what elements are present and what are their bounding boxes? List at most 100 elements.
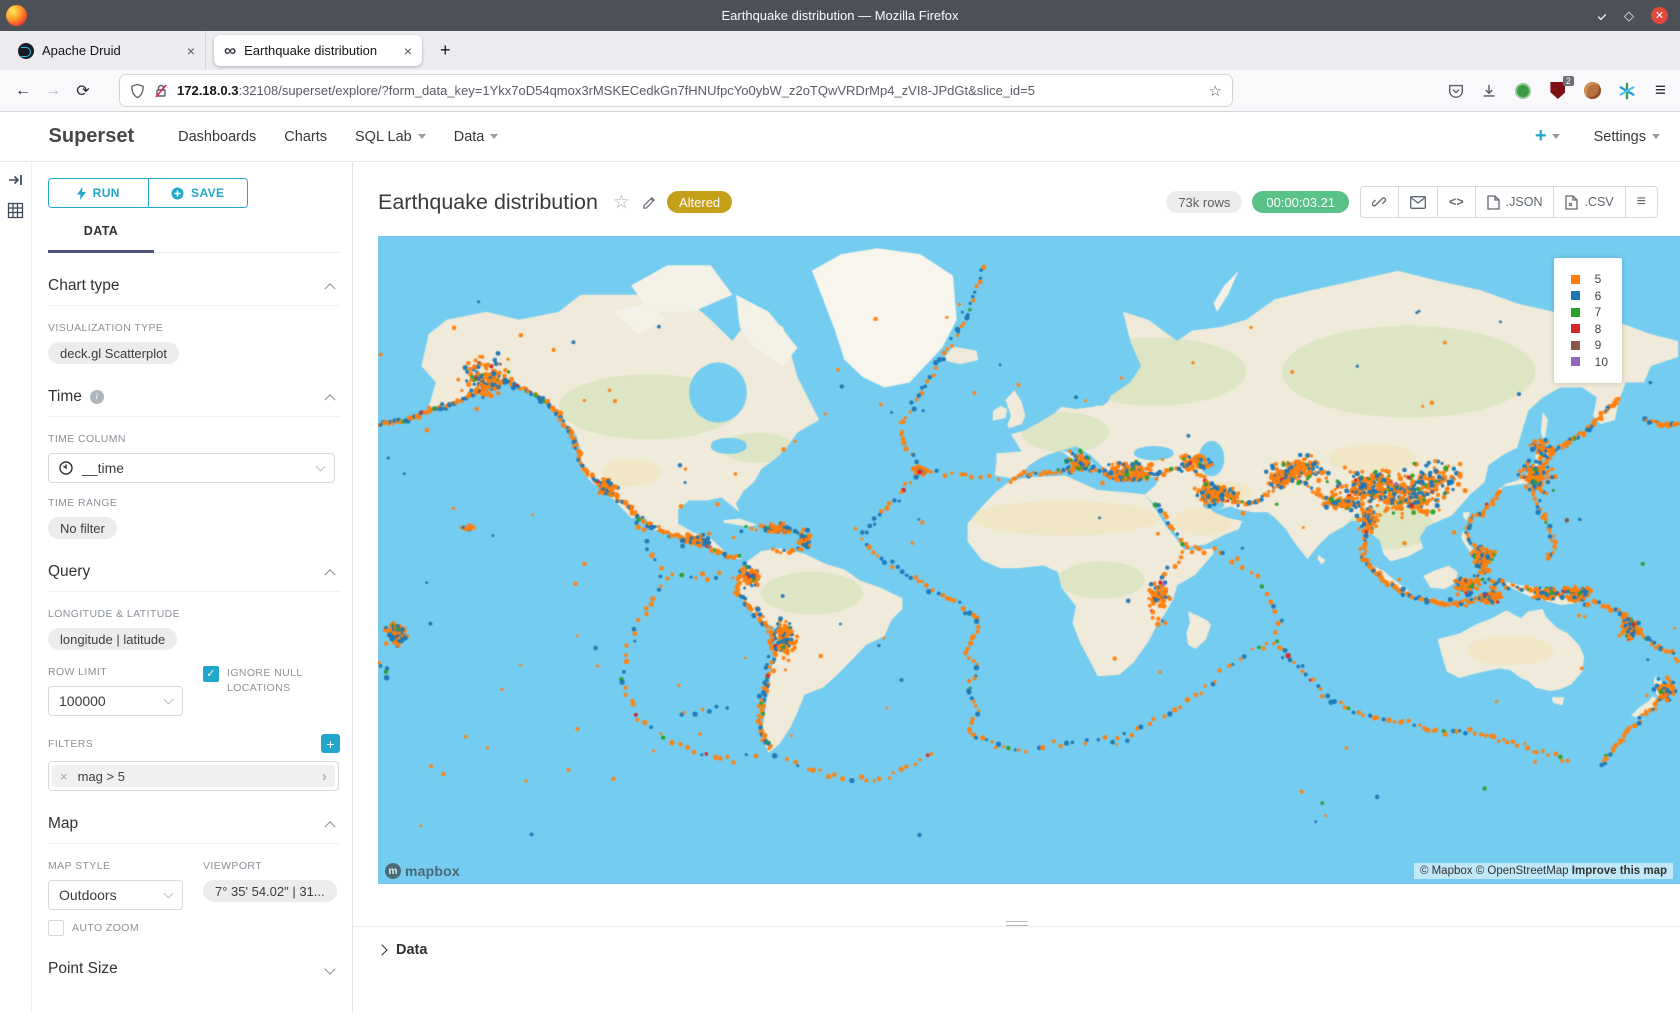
improve-map-link[interactable]: Improve this map: [1572, 865, 1667, 877]
lonlat-value[interactable]: longitude | latitude: [48, 628, 177, 650]
chevron-up-icon: [324, 821, 335, 832]
legend-label: 10: [1595, 355, 1608, 369]
cookie-extension-icon[interactable]: [1583, 81, 1603, 101]
legend-row[interactable]: 7: [1571, 304, 1608, 321]
legend-label: 9: [1595, 338, 1602, 352]
section-time: Time i TIME COLUMN __time TIME RANGE No …: [48, 364, 340, 539]
forward-button[interactable]: →: [38, 82, 68, 100]
nav-item-charts[interactable]: Charts: [284, 129, 327, 145]
info-icon: i: [90, 390, 104, 404]
shield-icon: [130, 83, 145, 99]
save-button[interactable]: SAVE: [148, 179, 248, 207]
auto-zoom-row[interactable]: AUTO ZOOM: [48, 920, 183, 936]
chart-action-buttons: <> .JSON .CSV ≡: [1360, 186, 1658, 218]
map-style-select[interactable]: Outdoors: [48, 880, 183, 910]
viewport-value[interactable]: 7° 35' 54.02" | 31...: [203, 880, 337, 902]
share-link-button[interactable]: [1361, 187, 1398, 217]
download-icon[interactable]: [1480, 82, 1498, 100]
control-tabs: DATA: [48, 224, 340, 253]
tab-close-icon[interactable]: ×: [187, 43, 195, 59]
time-column-select[interactable]: __time: [48, 453, 335, 483]
chevron-up-icon: [324, 394, 335, 405]
email-button[interactable]: [1398, 187, 1437, 217]
plus-circle-icon: [171, 187, 184, 200]
legend-row[interactable]: 6: [1571, 288, 1608, 305]
legend-row[interactable]: 9: [1571, 337, 1608, 354]
window-maximize-icon[interactable]: ◇: [1624, 9, 1634, 22]
extension-green-icon[interactable]: [1513, 81, 1533, 101]
map-container[interactable]: 5678910 m mapbox © Mapbox © OpenStreetMa…: [378, 236, 1680, 884]
nav-item-dashboards[interactable]: Dashboards: [178, 129, 256, 145]
checkbox-unchecked-icon[interactable]: [48, 920, 64, 936]
lock-insecure-icon: [154, 83, 168, 99]
export-json-button[interactable]: .JSON: [1475, 187, 1554, 217]
new-tab-button[interactable]: +: [428, 40, 463, 61]
tab-close-icon[interactable]: ×: [404, 43, 412, 59]
menu-icon[interactable]: ≡: [1655, 80, 1666, 102]
export-csv-button[interactable]: .CSV: [1553, 187, 1624, 217]
dataset-grid-icon[interactable]: [7, 202, 24, 219]
legend-row[interactable]: 5: [1571, 271, 1608, 288]
chevron-up-icon: [324, 283, 335, 294]
favorite-star-icon[interactable]: ☆: [613, 191, 630, 214]
bolt-icon: [77, 187, 86, 200]
legend-swatch-icon: [1571, 275, 1580, 284]
adblock-shield-icon[interactable]: 2: [1548, 81, 1568, 101]
browser-tabbar: Apache Druid × ∞ Earthquake distribution…: [0, 31, 1680, 70]
bookmark-star-icon[interactable]: ☆: [1209, 82, 1222, 100]
back-button[interactable]: ←: [8, 82, 38, 100]
superset-brand[interactable]: Superset: [49, 125, 135, 148]
window-titlebar: Earthquake distribution — Mozilla Firefo…: [0, 0, 1680, 31]
checkbox-checked-icon[interactable]: ✓: [203, 666, 219, 682]
url-text: 172.18.0.3:32108/superset/explore/?form_…: [177, 83, 1201, 98]
legend-swatch-icon: [1571, 324, 1580, 333]
tab-data[interactable]: DATA: [48, 224, 154, 253]
chevron-down-icon: [324, 963, 335, 974]
run-button[interactable]: RUN: [49, 179, 148, 207]
browser-tab-druid[interactable]: Apache Druid ×: [8, 31, 206, 70]
nav-item-data[interactable]: Data: [454, 129, 499, 145]
section-header[interactable]: Point Size: [48, 960, 340, 978]
ignore-null-checkbox-row[interactable]: ✓ IGNORE NULLLOCATIONS: [203, 666, 303, 696]
world-map-canvas[interactable]: [378, 236, 1680, 884]
reload-button[interactable]: ⟳: [68, 81, 98, 101]
chevron-down-icon: [1652, 134, 1660, 139]
section-header[interactable]: Query: [48, 563, 340, 581]
chart-title: Earthquake distribution: [378, 190, 598, 215]
mapbox-logo[interactable]: m mapbox: [385, 863, 460, 879]
map-legend: 56789 10: [1554, 258, 1622, 383]
nav-item-sqllab[interactable]: SQL Lab: [355, 129, 426, 145]
url-bar[interactable]: 172.18.0.3:32108/superset/explore/?form_…: [120, 75, 1232, 106]
edit-title-icon[interactable]: [642, 195, 657, 210]
collapse-panel-icon[interactable]: [8, 172, 24, 188]
section-map: Map MAP STYLE Outdoors AUTO ZOOM: [48, 791, 340, 936]
viz-type-value[interactable]: deck.gl Scatterplot: [48, 342, 179, 364]
legend-row[interactable]: 10: [1571, 354, 1608, 371]
pocket-icon[interactable]: [1447, 82, 1465, 100]
extension-asterisk-icon[interactable]: [1618, 82, 1636, 100]
left-icon-strip: [0, 162, 32, 1012]
more-options-button[interactable]: ≡: [1625, 187, 1657, 217]
browser-tab-earthquake[interactable]: ∞ Earthquake distribution ×: [214, 35, 422, 66]
add-new-button[interactable]: +: [1535, 125, 1560, 148]
chevron-down-icon: [418, 134, 426, 139]
settings-menu[interactable]: Settings: [1594, 129, 1660, 145]
legend-row[interactable]: 8: [1571, 321, 1608, 338]
query-timer-badge: 00:00:03.21: [1252, 191, 1349, 213]
window-close-icon[interactable]: ✕: [1651, 7, 1668, 24]
row-limit-select[interactable]: 100000: [48, 686, 183, 716]
section-header[interactable]: Map: [48, 815, 340, 833]
time-range-value[interactable]: No filter: [48, 517, 117, 539]
remove-filter-icon[interactable]: ×: [60, 769, 68, 784]
add-filter-button[interactable]: +: [321, 734, 340, 753]
drag-handle[interactable]: [1006, 918, 1028, 926]
section-header[interactable]: Chart type: [48, 277, 340, 295]
data-results-panel[interactable]: Data: [353, 927, 1680, 958]
filter-pill[interactable]: × mag > 5 ›: [52, 765, 335, 787]
window-minimize-icon[interactable]: [1597, 11, 1606, 20]
section-query: Query LONGITUDE & LATITUDE longitude | l…: [48, 539, 340, 791]
legend-swatch-icon: [1571, 341, 1580, 350]
embed-code-button[interactable]: <>: [1437, 187, 1475, 217]
section-header[interactable]: Time i: [48, 388, 340, 406]
legend-label: 6: [1595, 289, 1602, 303]
